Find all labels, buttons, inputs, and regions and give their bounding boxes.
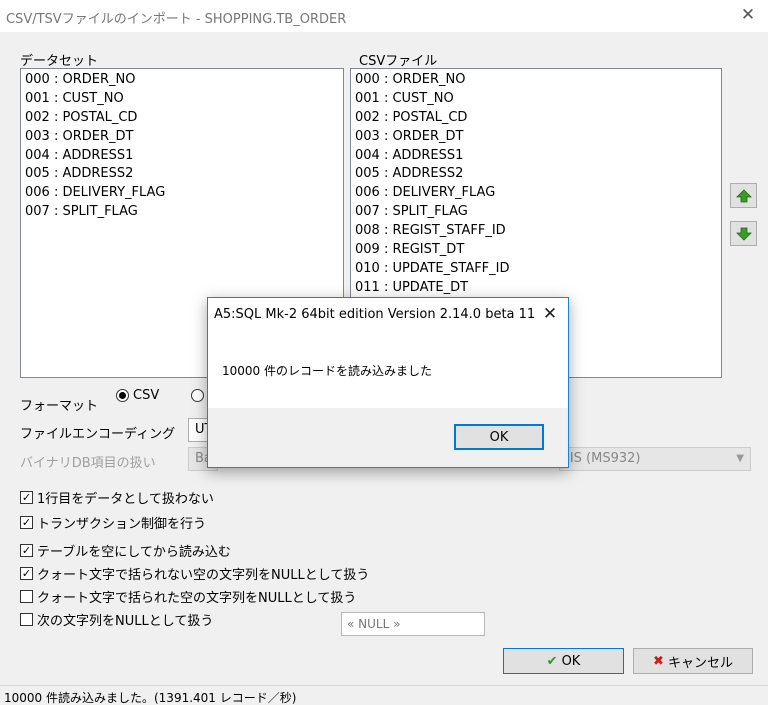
dataset-list-item[interactable]: 001 : CUST_NO	[25, 90, 343, 109]
csvfile-list-item[interactable]: 001 : CUST_NO	[355, 90, 721, 109]
option-label: トランザクション制御を行う	[37, 516, 207, 532]
option-unquoted-empty-null[interactable]: ✓ クォート文字で括られない空の文字列をNULLとして扱う	[20, 563, 369, 583]
message-text: 10000 件のレコードを読み込みました	[222, 364, 432, 378]
arrow-up-icon	[735, 188, 752, 202]
csvfile-list-item[interactable]: 004 : ADDRESS1	[355, 147, 721, 166]
window-title: CSV/TSVファイルのインポート - SHOPPING.TB_ORDER	[6, 12, 347, 27]
cancel-button[interactable]: ✖ キャンセル	[633, 648, 753, 674]
csvfile-list-item[interactable]: 011 : UPDATE_DT	[355, 279, 721, 298]
csvfile-list-item[interactable]: 008 : REGIST_STAFF_ID	[355, 222, 721, 241]
dataset-list-item[interactable]: 002 : POSTAL_CD	[25, 109, 343, 128]
message-dialog-title: A5:SQL Mk-2 64bit edition Version 2.14.0…	[214, 307, 536, 322]
message-close-button[interactable]: ✕	[539, 303, 561, 325]
dataset-list-item[interactable]: 007 : SPLIT_FLAG	[25, 203, 343, 222]
checkbox-icon[interactable]: ✓	[20, 566, 33, 580]
message-ok-button[interactable]: OK	[454, 424, 544, 450]
format-label: フォーマット	[20, 399, 99, 414]
ok-button[interactable]: ✔ OK	[503, 648, 624, 674]
option-quoted-empty-null[interactable]: クォート文字で括られた空の文字列をNULLとして扱う	[20, 586, 356, 606]
option-null-string[interactable]: 次の文字列をNULLとして扱う	[20, 609, 213, 629]
move-up-button[interactable]	[730, 183, 757, 208]
option-transaction[interactable]: ✓ トランザクション制御を行う	[20, 512, 206, 532]
dataset-label: データセット	[20, 54, 99, 69]
dataset-list-item[interactable]: 003 : ORDER_DT	[25, 128, 343, 147]
binary-label: バイナリDB項目の扱い	[20, 456, 156, 471]
dataset-list-item[interactable]: 005 : ADDRESS2	[25, 165, 343, 184]
dataset-list-item[interactable]: 004 : ADDRESS1	[25, 147, 343, 166]
csvfile-list-item[interactable]: 003 : ORDER_DT	[355, 128, 721, 147]
format-csv-radio[interactable]	[116, 389, 129, 402]
option-label: 1行目をデータとして扱わない	[37, 491, 214, 507]
encoding-label: ファイルエンコーディング	[20, 427, 176, 442]
chevron-down-icon: ▼	[736, 453, 744, 464]
csvfile-list-item[interactable]: 007 : SPLIT_FLAG	[355, 203, 721, 222]
option-label: 次の文字列をNULLとして扱う	[37, 613, 214, 629]
checkbox-icon[interactable]	[20, 589, 33, 603]
csvfile-label: CSVファイル	[359, 54, 438, 69]
ok-button-label: OK	[561, 653, 581, 669]
option-label: テーブルを空にしてから読み込む	[37, 544, 231, 560]
cancel-button-label: キャンセル	[667, 655, 733, 671]
title-bar: CSV/TSVファイルのインポート - SHOPPING.TB_ORDER ✕	[0, 0, 768, 32]
csvfile-list-item[interactable]: 002 : POSTAL_CD	[355, 109, 721, 128]
charset-select: JIS (MS932) ▼	[559, 447, 751, 471]
checkbox-icon[interactable]: ✓	[20, 490, 33, 504]
check-icon: ✔	[546, 653, 558, 669]
charset-value: JIS (MS932)	[566, 451, 641, 466]
cancel-x-icon: ✖	[653, 653, 664, 669]
csvfile-list-item[interactable]: 010 : UPDATE_STAFF_ID	[355, 260, 721, 279]
arrow-down-icon	[735, 227, 752, 241]
dataset-list-item[interactable]: 000 : ORDER_NO	[25, 71, 343, 90]
csvfile-list-item[interactable]: 005 : ADDRESS2	[355, 165, 721, 184]
message-footer: OK	[208, 408, 568, 467]
status-bar: 10000 件読み込みました。(1391.401 レコード／秒)	[0, 685, 768, 705]
status-text: 10000 件読み込みました。(1391.401 レコード／秒)	[4, 691, 297, 705]
checkbox-icon[interactable]: ✓	[20, 543, 33, 557]
csvfile-list-item[interactable]: 000 : ORDER_NO	[355, 71, 721, 90]
window-close-button[interactable]: ✕	[737, 4, 759, 26]
csvfile-list-item[interactable]: 006 : DELIVERY_FLAG	[355, 184, 721, 203]
csvfile-list-item[interactable]: 009 : REGIST_DT	[355, 241, 721, 260]
format-tsv-radio[interactable]	[191, 389, 204, 402]
move-down-button[interactable]	[730, 221, 757, 246]
option-skip-header[interactable]: ✓ 1行目をデータとして扱わない	[20, 487, 214, 507]
checkbox-icon[interactable]	[20, 612, 33, 626]
option-label: クォート文字で括られない空の文字列をNULLとして扱う	[37, 567, 370, 583]
dataset-list-item[interactable]: 006 : DELIVERY_FLAG	[25, 184, 343, 203]
message-dialog: A5:SQL Mk-2 64bit edition Version 2.14.0…	[207, 297, 569, 468]
option-truncate[interactable]: ✓ テーブルを空にしてから読み込む	[20, 540, 231, 560]
checkbox-icon[interactable]: ✓	[20, 515, 33, 529]
null-string-input[interactable]: « NULL »	[341, 612, 485, 636]
format-csv-label: CSV	[133, 388, 160, 403]
option-label: クォート文字で括られた空の文字列をNULLとして扱う	[37, 590, 357, 606]
